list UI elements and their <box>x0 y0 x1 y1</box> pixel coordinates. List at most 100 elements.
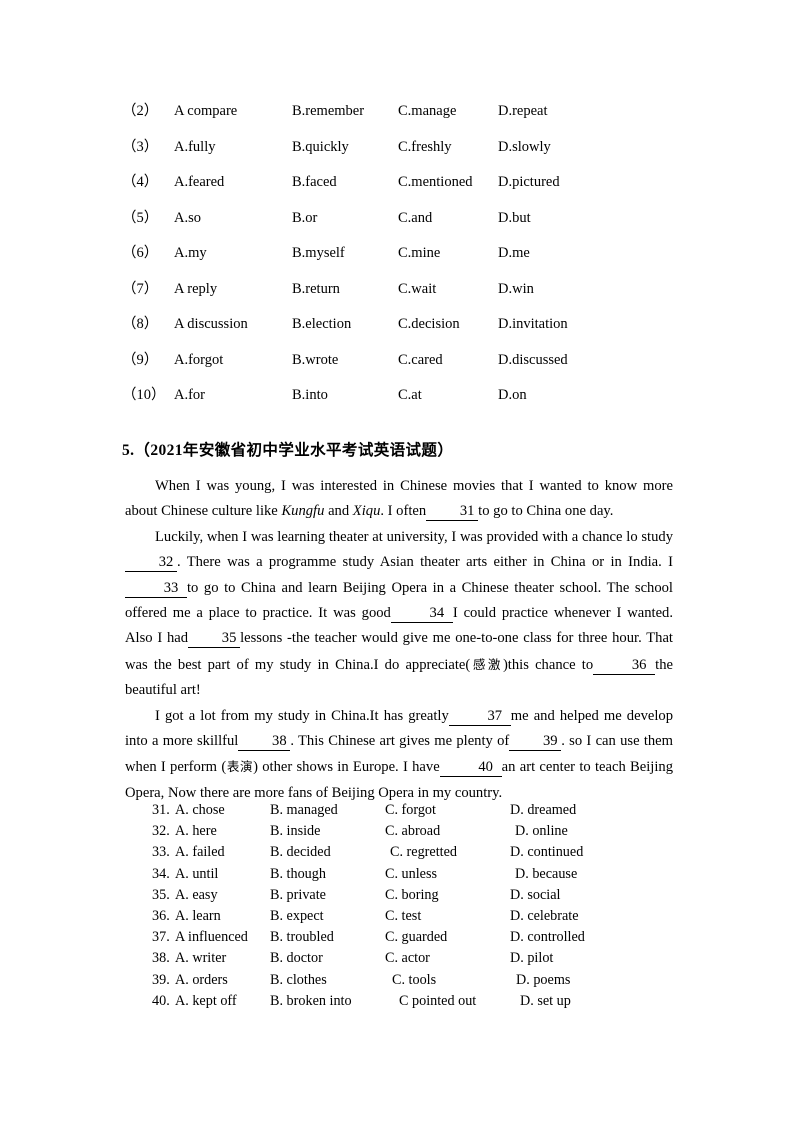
choice-option-c[interactable]: C. actor <box>385 948 430 968</box>
choice-option-a[interactable]: A. chose <box>175 800 225 820</box>
choice-row: 33. A. failed B. decided C. regretted D.… <box>152 842 672 863</box>
blank-37[interactable]: 37 <box>448 708 511 726</box>
choice-option-a[interactable]: A. until <box>175 864 218 884</box>
choice-option-c[interactable]: C.mine <box>398 242 440 264</box>
choice-option-b[interactable]: B.quickly <box>292 136 349 158</box>
choice-option-a[interactable]: A. easy <box>175 885 218 905</box>
choice-option-b[interactable]: B. inside <box>270 821 320 841</box>
choice-row: 40. A. kept off B. broken into C pointed… <box>152 991 672 1012</box>
choice-option-a[interactable]: A.my <box>174 242 207 264</box>
choice-option-d[interactable]: D.discussed <box>498 349 568 371</box>
choice-option-d[interactable]: D.slowly <box>498 136 551 158</box>
choice-option-d[interactable]: D. because <box>515 864 577 884</box>
choice-option-b[interactable]: B.remember <box>292 100 364 122</box>
choice-option-d[interactable]: D.invitation <box>498 313 568 335</box>
choice-option-d[interactable]: D.pictured <box>498 171 560 193</box>
choice-option-a[interactable]: A. failed <box>175 842 225 862</box>
choice-option-c[interactable]: C. abroad <box>385 821 440 841</box>
choice-option-b[interactable]: B.election <box>292 313 351 335</box>
choice-number: （7） <box>122 280 159 297</box>
choice-option-a[interactable]: A reply <box>174 278 217 300</box>
choice-number: 33. <box>152 844 170 861</box>
choice-option-d[interactable]: D. dreamed <box>510 800 576 820</box>
choice-option-c[interactable]: C. test <box>385 906 421 926</box>
choice-option-d[interactable]: D.repeat <box>498 100 548 122</box>
choice-option-c[interactable]: C. unless <box>385 864 437 884</box>
choice-option-c[interactable]: C.manage <box>398 100 456 122</box>
choice-option-c[interactable]: C. forgot <box>385 800 436 820</box>
choice-option-b[interactable]: B. broken into <box>270 991 352 1011</box>
choice-option-b[interactable]: B. private <box>270 885 326 905</box>
choice-option-a[interactable]: A. orders <box>175 970 228 990</box>
choice-option-b[interactable]: B.wrote <box>292 349 338 371</box>
choice-row: （4） A.feared B.faced C.mentioned D.pictu… <box>122 171 682 207</box>
choice-option-a[interactable]: A. learn <box>175 906 221 926</box>
choice-row: 34. A. until B. though C. unless D. beca… <box>152 864 672 885</box>
choice-option-c[interactable]: C.freshly <box>398 136 452 158</box>
choice-option-b[interactable]: B. though <box>270 864 326 884</box>
choice-option-b[interactable]: B.into <box>292 384 328 406</box>
choice-option-c[interactable]: C. regretted <box>390 842 457 862</box>
choice-option-d[interactable]: D. poems <box>516 970 570 990</box>
choice-option-d[interactable]: D. set up <box>520 991 571 1011</box>
gloss-perform: 表演 <box>226 759 254 775</box>
choice-number: （8） <box>122 316 159 332</box>
blank-32[interactable]: 32 <box>125 554 177 573</box>
choice-option-a[interactable]: A influenced <box>175 927 248 947</box>
choice-number: 34. <box>152 865 170 882</box>
choice-option-b[interactable]: B.faced <box>292 171 337 193</box>
choice-option-a[interactable]: A discussion <box>174 313 248 335</box>
choice-option-c[interactable]: C. tools <box>392 970 436 990</box>
choice-option-a[interactable]: A.feared <box>174 171 224 193</box>
choice-option-d[interactable]: D.on <box>498 384 527 406</box>
choice-option-d[interactable]: D. social <box>510 885 560 905</box>
passage-text: . I often <box>380 503 427 520</box>
passage-text: and <box>324 503 353 520</box>
blank-35[interactable]: 35 <box>188 630 241 649</box>
choice-option-d[interactable]: D.me <box>498 242 530 264</box>
choice-option-d[interactable]: D. celebrate <box>510 906 579 926</box>
choice-option-c[interactable]: C.wait <box>398 278 436 300</box>
choice-option-d[interactable]: D. pilot <box>510 948 553 968</box>
choice-option-b[interactable]: B. troubled <box>270 927 334 947</box>
choice-option-b[interactable]: B.return <box>292 278 340 300</box>
choice-option-a[interactable]: A compare <box>174 100 237 122</box>
blank-36[interactable]: 36 <box>593 657 656 675</box>
choice-option-a[interactable]: A.for <box>174 384 205 406</box>
choice-option-a[interactable]: A.forgot <box>174 349 223 371</box>
choice-option-a[interactable]: A. writer <box>175 948 226 968</box>
choice-number: 32. <box>152 823 170 840</box>
blank-33[interactable]: 33 <box>125 580 187 598</box>
choice-row: 35. A. easy B. private C. boring D. soci… <box>152 885 672 906</box>
blank-34[interactable]: 34 <box>390 605 453 624</box>
choice-option-d[interactable]: D. controlled <box>510 927 585 947</box>
choice-option-a[interactable]: A. kept off <box>175 991 237 1011</box>
choice-option-b[interactable]: B.or <box>292 207 317 229</box>
choice-option-b[interactable]: B.myself <box>292 242 345 264</box>
choice-option-c[interactable]: C.cared <box>398 349 443 371</box>
choice-option-b[interactable]: B. managed <box>270 800 338 820</box>
choice-option-c[interactable]: C.mentioned <box>398 171 473 193</box>
choice-option-b[interactable]: B. clothes <box>270 970 327 990</box>
choice-option-d[interactable]: D. continued <box>510 842 583 862</box>
choice-option-b[interactable]: B. decided <box>270 842 331 862</box>
choice-option-b[interactable]: B. doctor <box>270 948 323 968</box>
choice-option-d[interactable]: D.win <box>498 278 534 300</box>
choice-option-c[interactable]: C.at <box>398 384 422 406</box>
blank-40[interactable]: 40 <box>439 759 502 778</box>
choice-option-c[interactable]: C.decision <box>398 313 460 335</box>
choice-option-a[interactable]: A. here <box>175 821 217 841</box>
choice-option-c[interactable]: C. boring <box>385 885 439 905</box>
choice-number: 37. <box>152 929 170 946</box>
blank-38[interactable]: 38 <box>238 733 291 752</box>
blank-39[interactable]: 39 <box>509 733 562 752</box>
choice-option-d[interactable]: D.but <box>498 207 531 229</box>
blank-31[interactable]: 31 <box>426 503 479 522</box>
choice-option-c[interactable]: C. guarded <box>385 927 447 947</box>
choice-option-b[interactable]: B. expect <box>270 906 324 926</box>
choice-option-a[interactable]: A.so <box>174 207 201 229</box>
choice-option-a[interactable]: A.fully <box>174 136 215 158</box>
choice-option-c[interactable]: C.and <box>398 207 432 229</box>
choice-option-c[interactable]: C pointed out <box>399 991 476 1011</box>
choice-option-d[interactable]: D. online <box>515 821 568 841</box>
